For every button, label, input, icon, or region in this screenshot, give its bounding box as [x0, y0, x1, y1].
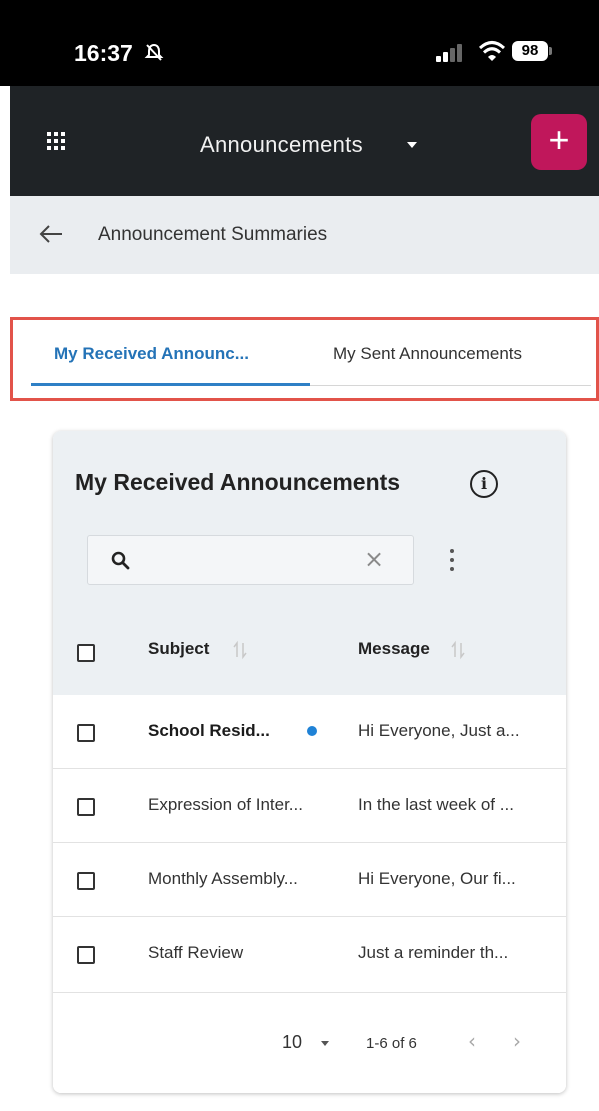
select-all-checkbox[interactable] — [77, 644, 95, 662]
sort-icon[interactable] — [449, 640, 467, 660]
bell-muted-icon — [144, 43, 164, 61]
pagination: 10 1-6 of 6 ‹ › — [53, 993, 566, 1093]
row-message: Hi Everyone, Our fi... — [358, 869, 516, 888]
announcements-card: My Received Announcements i × Subject Me… — [53, 431, 566, 1093]
row-message: Just a reminder th... — [358, 943, 509, 962]
battery-icon: 98 — [512, 41, 552, 61]
page-size-select[interactable]: 10 — [282, 1032, 302, 1053]
add-announcement-button[interactable]: + — [531, 114, 587, 170]
table-row[interactable]: Expression of Inter... In the last week … — [53, 769, 566, 843]
info-icon[interactable]: i — [470, 470, 498, 498]
app-bar: Announcements + — [10, 86, 599, 196]
app-title-dropdown[interactable]: Announcements — [200, 132, 363, 158]
previous-page-icon[interactable]: ‹ — [468, 1029, 476, 1053]
active-tab-indicator — [31, 383, 310, 386]
row-subject: Monthly Assembly... — [148, 869, 298, 888]
unread-dot-icon — [307, 726, 317, 736]
status-bar: 16:37 98 — [0, 0, 599, 86]
tab-my-sent-announcements[interactable]: My Sent Announcements — [333, 344, 522, 364]
row-message: In the last week of ... — [358, 795, 514, 814]
next-page-icon[interactable]: › — [513, 1029, 521, 1053]
table-row[interactable]: School Resid... Hi Everyone, Just a... — [53, 695, 566, 769]
card-header: My Received Announcements i × Subject Me… — [53, 431, 566, 695]
chevron-down-icon[interactable] — [407, 142, 417, 148]
column-header-subject[interactable]: Subject — [148, 639, 209, 659]
page-title: Announcement Summaries — [98, 224, 328, 245]
search-field: × — [87, 535, 414, 585]
search-icon — [111, 551, 130, 570]
tab-bar: My Received Announc... My Sent Announcem… — [10, 317, 599, 401]
row-checkbox[interactable] — [77, 872, 95, 890]
page-range: 1-6 of 6 — [366, 1035, 417, 1052]
tab-my-received-announcements[interactable]: My Received Announc... — [54, 344, 249, 364]
column-header-message[interactable]: Message — [358, 639, 430, 659]
row-subject: School Resid... — [148, 721, 270, 740]
row-checkbox[interactable] — [77, 724, 95, 742]
row-checkbox[interactable] — [77, 798, 95, 816]
clear-search-icon[interactable]: × — [364, 545, 384, 573]
cellular-signal-icon — [436, 44, 462, 62]
more-options-icon[interactable] — [445, 549, 459, 577]
sub-header: Announcement Summaries — [10, 196, 599, 274]
wifi-icon — [478, 41, 506, 61]
row-checkbox[interactable] — [77, 946, 95, 964]
table-row[interactable]: Staff Review Just a reminder th... — [53, 917, 566, 993]
sort-icon[interactable] — [231, 640, 249, 660]
back-arrow-icon[interactable] — [38, 224, 64, 244]
row-message: Hi Everyone, Just a... — [358, 721, 520, 740]
search-input[interactable] — [140, 544, 380, 576]
app-grid-icon[interactable] — [47, 132, 65, 150]
card-title: My Received Announcements — [75, 469, 401, 495]
chevron-down-icon[interactable] — [321, 1041, 329, 1046]
row-subject: Expression of Inter... — [148, 795, 303, 814]
status-time: 16:37 — [74, 40, 133, 66]
table-row[interactable]: Monthly Assembly... Hi Everyone, Our fi.… — [53, 843, 566, 917]
row-subject: Staff Review — [148, 943, 244, 962]
